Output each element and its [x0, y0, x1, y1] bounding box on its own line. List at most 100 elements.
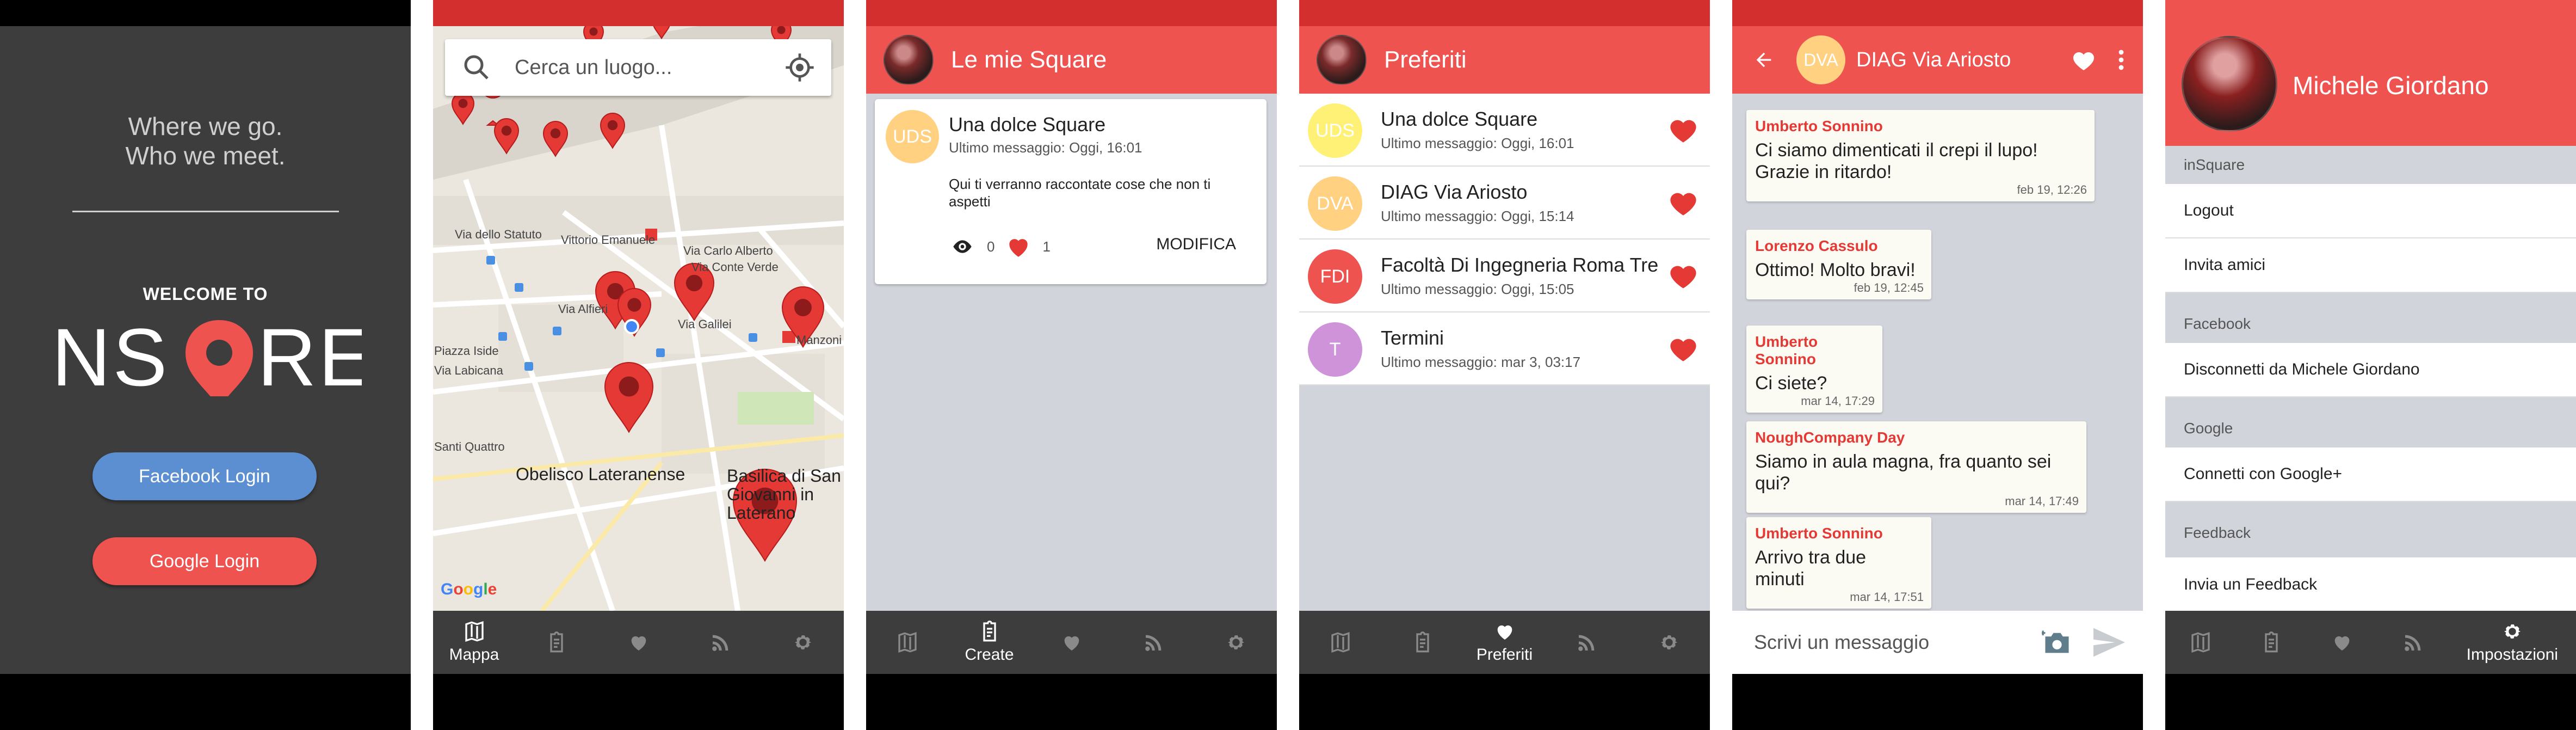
- chat-message: Umberto Sonnino Arrivo tra due minuti ma…: [1746, 517, 1931, 609]
- tab-settings[interactable]: Impostazioni: [2449, 611, 2576, 674]
- chat-message: Lorenzo Cassulo Ottimo! Molto bravi! feb…: [1746, 230, 1931, 299]
- google-attribution: Google: [441, 580, 497, 598]
- facebook-disconnect-item[interactable]: Disconnetti da Michele Giordano: [2165, 343, 2576, 397]
- section-header-google: Google: [2165, 409, 2576, 447]
- tab-favorites[interactable]: [597, 611, 679, 674]
- bottom-tab-bar: Create: [866, 611, 1277, 674]
- message-text: Ottimo! Molto bravi!: [1755, 260, 1916, 280]
- list-item[interactable]: DVA DIAG Via Ariosto Ultimo messaggio: O…: [1299, 167, 1710, 240]
- tab-create[interactable]: Create: [948, 611, 1030, 674]
- app-header: Le mie Square: [866, 26, 1277, 94]
- clipboard-icon: [983, 621, 996, 642]
- tab-settings-label: Impostazioni: [2466, 646, 2559, 664]
- tab-map[interactable]: [1299, 611, 1381, 674]
- edit-button[interactable]: MODIFICA: [1156, 235, 1236, 254]
- heart-icon: [1064, 636, 1079, 651]
- message-input[interactable]: Scrivi un messaggio: [1754, 631, 2042, 654]
- rss-icon: [1578, 635, 1594, 651]
- map-pin-center: [685, 274, 703, 292]
- heart-icon[interactable]: [2071, 48, 2096, 71]
- send-feedback-item[interactable]: Invia un Feedback: [2165, 557, 2576, 612]
- chat-screen: Umberto Sonnino Ci siamo dimenticati il …: [1732, 0, 2143, 730]
- map-icon: [465, 621, 484, 642]
- tab-create-label: Create: [965, 646, 1014, 664]
- navigation-bar: [2165, 674, 2576, 730]
- map-pin-center: [619, 376, 639, 397]
- svg-text:NS: NS: [52, 315, 169, 396]
- heart-icon[interactable]: [1667, 334, 1699, 363]
- square-card[interactable]: UDS Una dolce Square Ultimo messaggio: O…: [875, 99, 1267, 284]
- tab-settings[interactable]: [762, 611, 844, 674]
- message-time: feb 19, 12:26: [2017, 183, 2087, 197]
- invite-friends-item[interactable]: Invita amici: [2165, 238, 2576, 293]
- chat-message: NoughCompany Day Siamo in aula magna, fr…: [1746, 421, 2086, 513]
- tab-feed[interactable]: [1546, 611, 1628, 674]
- search-input[interactable]: Cerca un luogo...: [515, 56, 784, 79]
- tab-create[interactable]: [2236, 611, 2307, 674]
- google-login-button[interactable]: Google Login: [92, 537, 317, 585]
- bottom-tab-bar: Impostazioni: [2165, 611, 2576, 674]
- message-text: Ci siamo dimenticati il crepi il lupo! G…: [1755, 140, 2038, 182]
- gear-icon: [1660, 635, 1677, 649]
- section-header-facebook: Facebook: [2165, 305, 2576, 343]
- divider: [72, 211, 339, 212]
- logout-item[interactable]: Logout: [2165, 184, 2576, 238]
- square-name: Una dolce Square: [949, 113, 1106, 136]
- map-label: Via Labicana: [434, 364, 503, 377]
- list-item[interactable]: FDI Facoltà Di Ingegneria Roma Tre Ultim…: [1299, 240, 1710, 312]
- heart-icon[interactable]: [1667, 188, 1699, 217]
- heart-icon[interactable]: [1003, 233, 1034, 260]
- square-description: Qui ti verranno raccontate cose che non …: [949, 176, 1211, 210]
- camera-icon[interactable]: [2042, 629, 2072, 656]
- google-connect-item[interactable]: Connetti con Google+: [2165, 447, 2576, 502]
- tab-favorites[interactable]: [1030, 611, 1113, 674]
- page-title: Le mie Square: [951, 46, 1107, 73]
- tab-feed[interactable]: [679, 611, 762, 674]
- chat-header: DVA DIAG Via Ariosto: [1732, 26, 2143, 94]
- tab-map[interactable]: [2165, 611, 2236, 674]
- bottom-tab-bar: Preferiti: [1299, 611, 1710, 674]
- list-item[interactable]: T Termini Ultimo messaggio: mar 3, 03:17: [1299, 312, 1710, 385]
- tab-feed[interactable]: [2378, 611, 2449, 674]
- more-vert-icon[interactable]: [2118, 48, 2124, 71]
- tab-favorites[interactable]: [2307, 611, 2377, 674]
- clipboard-icon: [549, 631, 563, 653]
- chat-message: Umberto Sonnino Ci siete? mar 14, 17:29: [1746, 326, 1882, 413]
- map-pin-center: [589, 27, 598, 36]
- heart-icon[interactable]: [1667, 261, 1699, 290]
- my-location-icon[interactable]: [784, 52, 815, 83]
- send-icon[interactable]: [2092, 627, 2127, 658]
- map-label: Piazza Iside: [434, 344, 499, 358]
- square-avatar: UDS: [886, 110, 939, 163]
- rss-icon: [712, 635, 728, 651]
- tab-create[interactable]: [1381, 611, 1463, 674]
- map-label: Via Galilei: [678, 317, 732, 331]
- tab-create[interactable]: [515, 611, 597, 674]
- heart-icon[interactable]: [1667, 115, 1699, 144]
- avatar[interactable]: [1317, 35, 1367, 85]
- navigation-bar: [1299, 674, 1710, 730]
- message-text: Siamo in aula magna, fra quanto sei qui?: [1755, 451, 2052, 494]
- tab-map[interactable]: [866, 611, 948, 674]
- tab-settings[interactable]: [1628, 611, 1710, 674]
- list-item[interactable]: UDS Una dolce Square Ultimo messaggio: O…: [1299, 94, 1710, 167]
- back-arrow-icon[interactable]: [1753, 49, 1775, 71]
- last-message: Ultimo messaggio: Oggi, 15:05: [1381, 281, 1574, 297]
- tab-settings[interactable]: [1195, 611, 1277, 674]
- search-bar[interactable]: Cerca un luogo...: [445, 39, 831, 96]
- tab-map[interactable]: Mappa: [433, 611, 515, 674]
- map-label: Via Carlo Alberto: [683, 244, 773, 257]
- search-icon: [464, 55, 489, 79]
- tab-feed[interactable]: [1113, 611, 1195, 674]
- message-composer: Scrivi un messaggio: [1732, 611, 2143, 674]
- navigation-bar: [433, 674, 844, 730]
- square-name: Termini: [1381, 327, 1444, 349]
- tab-favorites[interactable]: Preferiti: [1463, 611, 1546, 674]
- map-screen: Vittorio Emanuele Via dello Statuto Via …: [433, 0, 844, 730]
- message-text: Ci siete?: [1755, 373, 1827, 394]
- message-author: Umberto Sonnino: [1755, 118, 1883, 134]
- map-pin-center: [777, 26, 786, 34]
- map-pin-center: [794, 299, 812, 316]
- avatar[interactable]: [884, 35, 934, 85]
- facebook-login-button[interactable]: Facebook Login: [92, 452, 317, 500]
